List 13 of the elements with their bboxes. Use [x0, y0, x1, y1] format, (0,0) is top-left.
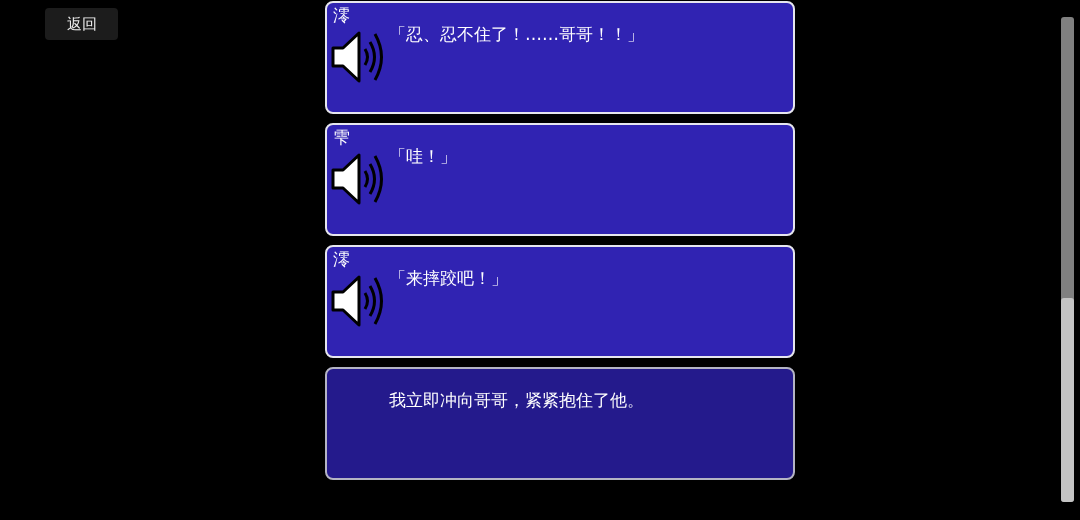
scrollbar[interactable] [1061, 17, 1074, 502]
speaker-icon[interactable] [330, 273, 384, 329]
dialogue-text: 「来摔跤吧！」 [389, 267, 509, 290]
speaker-name: 雫 [333, 127, 350, 147]
back-button[interactable]: 返回 [45, 8, 118, 40]
speaker-icon[interactable] [330, 151, 384, 207]
speaker-name: 澪 [333, 249, 350, 269]
narration-text: 我立即冲向哥哥，紧紧抱住了他。 [389, 389, 645, 412]
speaker-icon[interactable] [330, 29, 384, 85]
scrollbar-thumb[interactable] [1061, 298, 1074, 502]
speaker-name: 澪 [333, 5, 350, 25]
dialogue-text: 「忍、忍不住了！……哥哥！！」 [389, 23, 645, 46]
dialogue-text: 「哇！」 [389, 145, 458, 168]
